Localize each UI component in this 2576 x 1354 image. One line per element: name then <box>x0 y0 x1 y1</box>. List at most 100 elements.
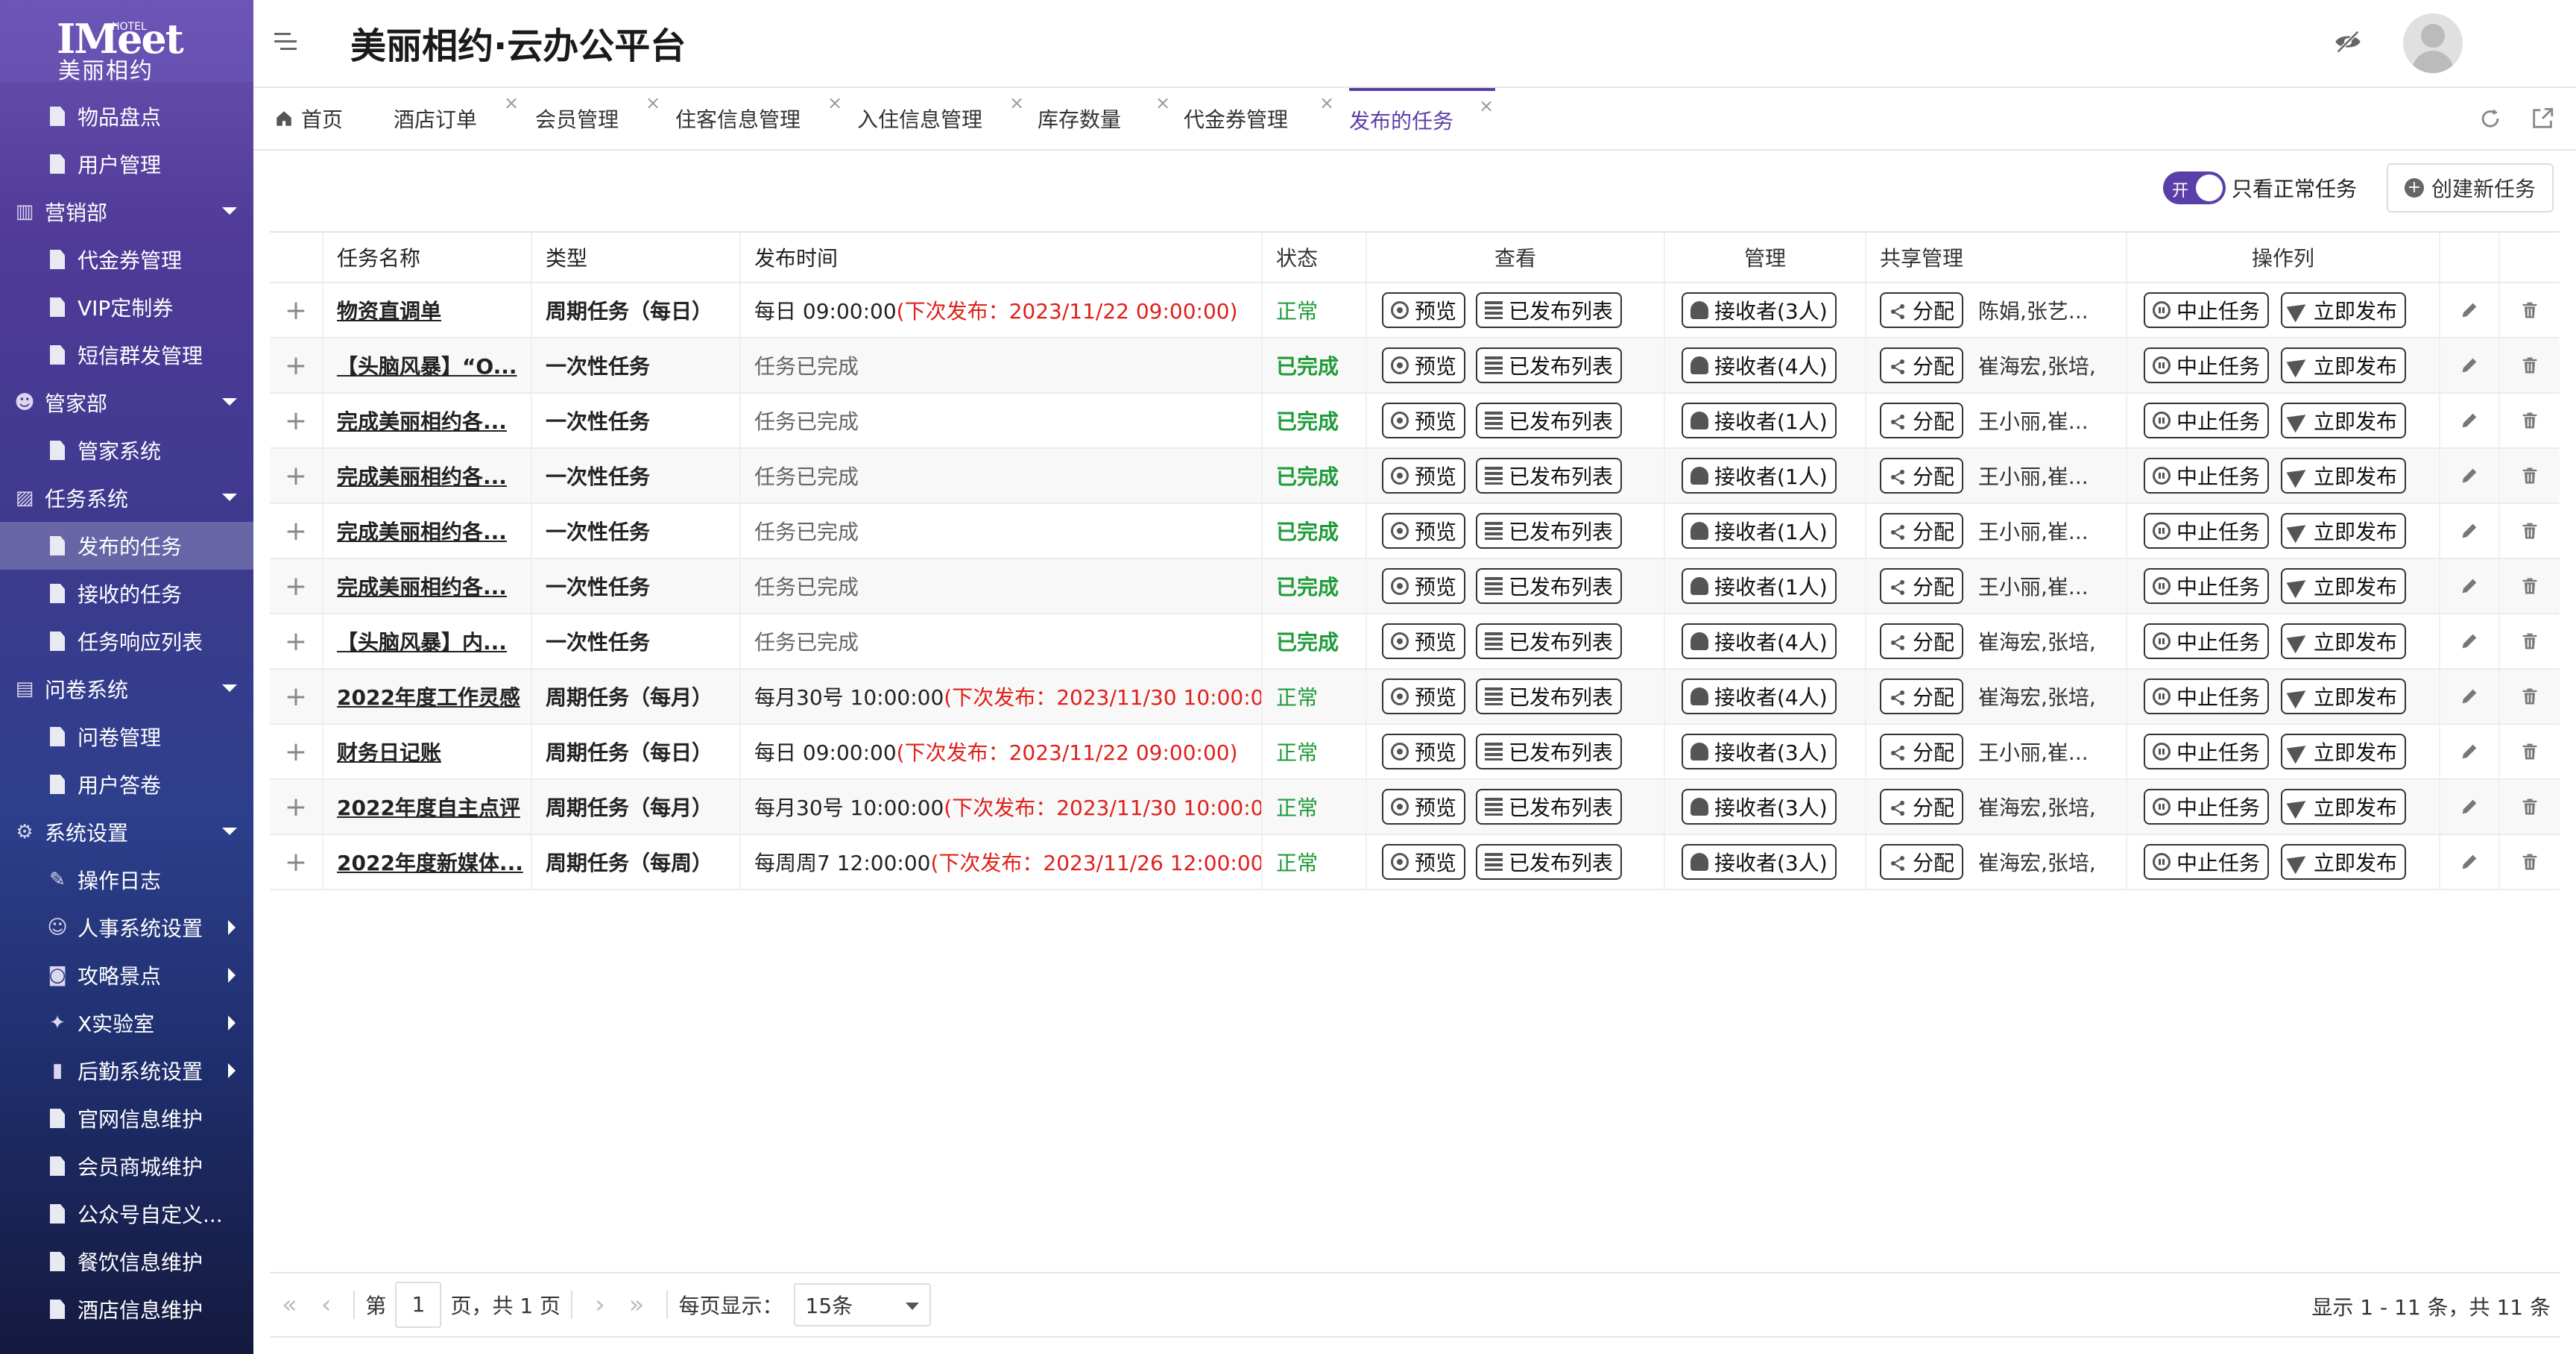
pencil-icon[interactable] <box>2459 796 2480 817</box>
trash-icon[interactable] <box>2519 741 2540 762</box>
publish-now-button[interactable]: 立即发布 <box>2281 789 2407 825</box>
stop-task-button[interactable]: 中止任务 <box>2144 568 2270 604</box>
receivers-button[interactable]: 接收者(3人) <box>1682 292 1837 328</box>
published-list-button[interactable]: 已发布列表 <box>1476 568 1623 604</box>
sidebar-item-17[interactable]: ✎ 操作日志 <box>0 856 253 904</box>
task-name-link[interactable]: 完成美丽相约各... <box>323 449 532 503</box>
published-list-button[interactable]: 已发布列表 <box>1476 844 1623 880</box>
publish-now-button[interactable]: 立即发布 <box>2281 292 2407 328</box>
publish-now-button[interactable]: 立即发布 <box>2281 403 2407 438</box>
per-page-select[interactable]: 15条 <box>793 1283 931 1326</box>
published-list-button[interactable]: 已发布列表 <box>1476 513 1623 549</box>
sidebar-item-26[interactable]: 酒店信息维护 <box>0 1285 253 1333</box>
assign-share-button[interactable]: 分配 <box>1880 844 1964 880</box>
publish-now-button[interactable]: 立即发布 <box>2281 678 2407 714</box>
eye-slash-icon[interactable] <box>2333 27 2363 57</box>
trash-icon[interactable] <box>2519 796 2540 817</box>
sidebar-item-8[interactable]: 管家系统 <box>0 426 253 474</box>
trash-icon[interactable] <box>2519 465 2540 486</box>
pencil-icon[interactable] <box>2459 355 2480 376</box>
task-name-link[interactable]: 2022年度新媒体... <box>323 835 532 889</box>
tab-4[interactable]: 入住信息管理 × <box>857 88 1026 149</box>
sidebar-item-6[interactable]: 短信群发管理 <box>0 331 253 379</box>
stop-task-button[interactable]: 中止任务 <box>2144 789 2270 825</box>
published-list-button[interactable]: 已发布列表 <box>1476 789 1623 825</box>
assign-share-button[interactable]: 分配 <box>1880 678 1964 714</box>
header-type[interactable]: 类型 <box>532 233 741 282</box>
expand-icon[interactable]: + <box>270 449 323 503</box>
trash-icon[interactable] <box>2519 576 2540 596</box>
published-list-button[interactable]: 已发布列表 <box>1476 347 1623 383</box>
published-list-button[interactable]: 已发布列表 <box>1476 292 1623 328</box>
tab-1[interactable]: 酒店订单 × <box>394 88 520 149</box>
sidebar-item-21[interactable]: ▮ 后勤系统设置 <box>0 1047 253 1095</box>
preview-button[interactable]: 预览 <box>1382 568 1466 604</box>
sidebar-item-13[interactable]: ▤ 问卷系统 <box>0 665 253 713</box>
task-name-link[interactable]: 完成美丽相约各... <box>323 559 532 613</box>
sidebar-item-22[interactable]: 官网信息维护 <box>0 1095 253 1142</box>
sidebar-item-11[interactable]: 接收的任务 <box>0 570 253 617</box>
preview-button[interactable]: 预览 <box>1382 292 1466 328</box>
expand-icon[interactable]: + <box>270 338 323 392</box>
assign-share-button[interactable]: 分配 <box>1880 458 1964 494</box>
publish-now-button[interactable]: 立即发布 <box>2281 844 2407 880</box>
preview-button[interactable]: 预览 <box>1382 678 1466 714</box>
assign-share-button[interactable]: 分配 <box>1880 568 1964 604</box>
publish-now-button[interactable]: 立即发布 <box>2281 513 2407 549</box>
expand-icon[interactable]: + <box>270 559 323 613</box>
stop-task-button[interactable]: 中止任务 <box>2144 347 2270 383</box>
task-name-link[interactable]: 【头脑风暴】“O... <box>323 338 532 392</box>
normal-only-toggle[interactable]: 开 <box>2162 171 2226 204</box>
publish-now-button[interactable]: 立即发布 <box>2281 734 2407 769</box>
pencil-icon[interactable] <box>2459 851 2480 872</box>
receivers-button[interactable]: 接收者(1人) <box>1682 568 1837 604</box>
trash-icon[interactable] <box>2519 520 2540 541</box>
publish-now-button[interactable]: 立即发布 <box>2281 458 2407 494</box>
receivers-button[interactable]: 接收者(3人) <box>1682 789 1837 825</box>
pencil-icon[interactable] <box>2459 465 2480 486</box>
assign-share-button[interactable]: 分配 <box>1880 734 1964 769</box>
receivers-button[interactable]: 接收者(4人) <box>1682 623 1837 659</box>
trash-icon[interactable] <box>2519 851 2540 872</box>
close-icon[interactable]: × <box>1155 92 1170 113</box>
published-list-button[interactable]: 已发布列表 <box>1476 623 1623 659</box>
pencil-icon[interactable] <box>2459 686 2480 707</box>
expand-icon[interactable]: + <box>270 835 323 889</box>
expand-icon[interactable]: + <box>270 614 323 668</box>
expand-icon[interactable]: + <box>270 725 323 778</box>
header-status[interactable]: 状态 <box>1263 233 1367 282</box>
assign-share-button[interactable]: 分配 <box>1880 789 1964 825</box>
avatar[interactable] <box>2403 13 2463 73</box>
trash-icon[interactable] <box>2519 410 2540 431</box>
task-name-link[interactable]: 完成美丽相约各... <box>323 504 532 558</box>
published-list-button[interactable]: 已发布列表 <box>1476 734 1623 769</box>
preview-button[interactable]: 预览 <box>1382 347 1466 383</box>
assign-share-button[interactable]: 分配 <box>1880 623 1964 659</box>
preview-button[interactable]: 预览 <box>1382 789 1466 825</box>
trash-icon[interactable] <box>2519 355 2540 376</box>
header-time[interactable]: 发布时间 <box>741 233 1263 282</box>
task-name-link[interactable]: 完成美丽相约各... <box>323 394 532 447</box>
pencil-icon[interactable] <box>2459 631 2480 652</box>
sidebar-item-4[interactable]: 代金券管理 <box>0 236 253 283</box>
published-list-button[interactable]: 已发布列表 <box>1476 458 1623 494</box>
tab-2[interactable]: 会员管理 × <box>535 88 662 149</box>
preview-button[interactable]: 预览 <box>1382 734 1466 769</box>
task-name-link[interactable]: 2022年度自主点评 <box>323 780 532 834</box>
pencil-icon[interactable] <box>2459 520 2480 541</box>
task-name-link[interactable]: 物资直调单 <box>323 283 532 337</box>
sidebar-item-1[interactable]: 物品盘点 <box>0 92 253 140</box>
receivers-button[interactable]: 接收者(4人) <box>1682 678 1837 714</box>
sidebar-item-15[interactable]: 用户答卷 <box>0 761 253 808</box>
stop-task-button[interactable]: 中止任务 <box>2144 678 2270 714</box>
expand-icon[interactable]: + <box>270 670 323 723</box>
sidebar-item-12[interactable]: 任务响应列表 <box>0 617 253 665</box>
expand-icon[interactable]: + <box>270 394 323 447</box>
assign-share-button[interactable]: 分配 <box>1880 403 1964 438</box>
expand-icon[interactable]: + <box>270 504 323 558</box>
published-list-button[interactable]: 已发布列表 <box>1476 403 1623 438</box>
close-icon[interactable]: × <box>1009 92 1024 113</box>
published-list-button[interactable]: 已发布列表 <box>1476 678 1623 714</box>
trash-icon[interactable] <box>2519 300 2540 321</box>
sidebar-item-18[interactable]: ☺ 人事系统设置 <box>0 904 253 951</box>
